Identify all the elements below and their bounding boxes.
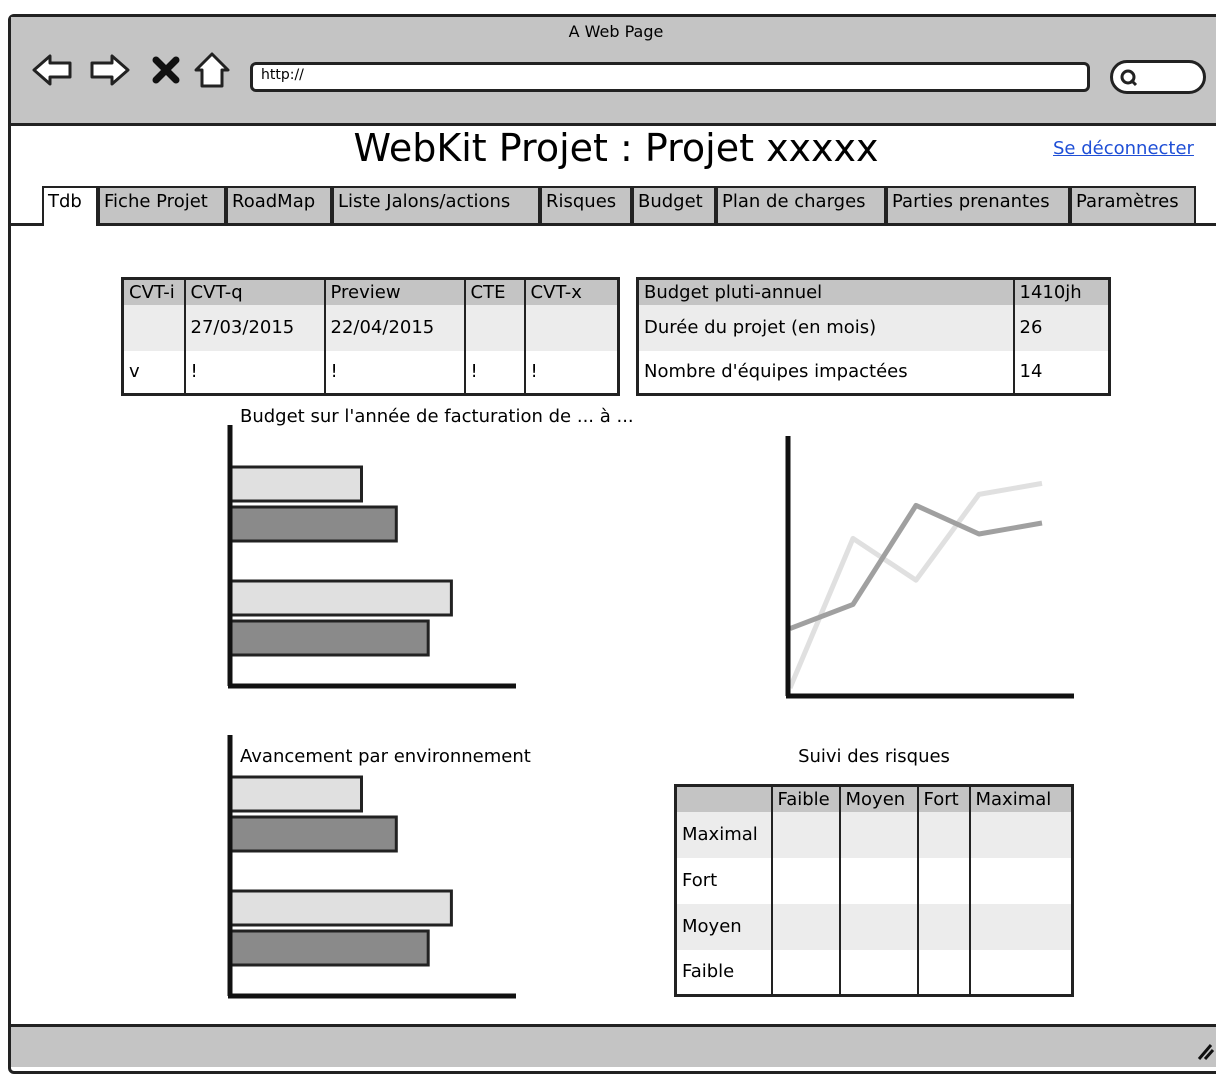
bar xyxy=(229,889,453,927)
budget-bar-chart xyxy=(227,425,516,689)
page-title: WebKit Projet : Projet xxxxx xyxy=(353,126,879,170)
resize-grip-icon[interactable] xyxy=(1191,1037,1215,1061)
tab-fiche-projet[interactable]: Fiche Projet xyxy=(98,186,226,223)
bar xyxy=(229,505,398,543)
bar xyxy=(229,815,398,853)
risk-cell[interactable] xyxy=(968,811,1073,858)
milestone-header: CVT-i xyxy=(122,278,185,305)
milestone-cell: ! xyxy=(463,350,525,395)
bar xyxy=(229,929,430,967)
milestone-cell: ! xyxy=(523,350,619,395)
forward-arrow-icon[interactable] xyxy=(88,52,132,88)
trend-line-chart xyxy=(785,436,1074,699)
risk-cell[interactable] xyxy=(770,811,840,858)
bar xyxy=(229,465,363,503)
bar xyxy=(229,579,453,617)
summary-label: Durée du projet (en mois) xyxy=(637,304,1014,351)
risk-row-header: Faible xyxy=(682,961,735,983)
series-line xyxy=(789,502,1043,631)
milestone-cell: v xyxy=(129,361,140,383)
stop-x-icon[interactable] xyxy=(150,54,182,86)
milestone-header: CVT-q xyxy=(183,278,325,305)
bar xyxy=(229,775,363,813)
risk-column-header: Faible xyxy=(770,785,840,812)
risk-cell[interactable] xyxy=(838,857,918,904)
summary-value: 14 xyxy=(1012,350,1110,395)
risk-row-header: Moyen xyxy=(675,903,772,950)
series-line xyxy=(787,480,1043,689)
tab-budget[interactable]: Budget xyxy=(632,186,716,223)
tab-liste-jalons[interactable]: Liste Jalons/actions xyxy=(332,186,540,223)
risk-cell[interactable] xyxy=(916,949,970,996)
risk-column-header: Moyen xyxy=(838,785,918,812)
tab-roadmap[interactable]: RoadMap xyxy=(226,186,332,223)
milestone-cell xyxy=(122,304,185,351)
milestone-cell xyxy=(523,304,619,351)
back-arrow-icon[interactable] xyxy=(30,52,74,88)
summary-value: 1410jh xyxy=(1012,278,1110,305)
risk-cell[interactable] xyxy=(838,949,918,996)
risk-row-header: Fort xyxy=(682,870,718,891)
risk-matrix-table: Faible Moyen Fort Maximal Maximal Fort M… xyxy=(674,784,1074,997)
risk-column-header: Fort xyxy=(916,785,970,812)
address-bar[interactable]: http:// xyxy=(250,62,1090,92)
risk-cell[interactable] xyxy=(968,903,1073,950)
summary-label: Budget pluti-annuel xyxy=(637,278,1014,305)
milestone-header: CVT-x xyxy=(523,278,619,305)
risk-cell[interactable] xyxy=(770,949,840,996)
tab-plan-de-charges[interactable]: Plan de charges xyxy=(716,186,886,223)
milestone-header: Preview xyxy=(323,278,465,305)
progress-bar-chart xyxy=(227,735,516,999)
home-icon[interactable] xyxy=(192,50,232,90)
logout-link[interactable]: Se déconnecter xyxy=(1053,138,1194,159)
milestone-cell: 22/04/2015 xyxy=(323,304,465,351)
risk-cell[interactable] xyxy=(916,857,970,904)
risk-row-header: Maximal xyxy=(675,811,772,858)
tab-parametres[interactable]: Paramètres xyxy=(1070,186,1196,223)
risk-matrix-title: Suivi des risques xyxy=(798,746,950,767)
tab-parties-prenantes[interactable]: Parties prenantes xyxy=(886,186,1070,223)
milestones-table: CVT-i CVT-q Preview CTE CVT-x 27/03/2015… xyxy=(121,277,620,396)
search-icon xyxy=(1120,69,1138,87)
risk-cell[interactable] xyxy=(968,949,1073,996)
window-title: A Web Page xyxy=(568,22,664,41)
search-field[interactable] xyxy=(1110,60,1206,94)
risk-cell[interactable] xyxy=(916,811,970,858)
milestone-cell: ! xyxy=(323,350,465,395)
tab-risques[interactable]: Risques xyxy=(540,186,632,223)
bar xyxy=(229,619,430,657)
milestone-cell xyxy=(463,304,525,351)
milestone-cell: 27/03/2015 xyxy=(183,304,325,351)
risk-cell[interactable] xyxy=(916,903,970,950)
milestone-cell: ! xyxy=(183,350,325,395)
summary-value: 26 xyxy=(1012,304,1110,351)
risk-cell[interactable] xyxy=(838,903,918,950)
risk-column-header: Maximal xyxy=(968,785,1073,812)
risk-cell[interactable] xyxy=(968,857,1073,904)
summary-table: Budget pluti-annuel 1410jh Durée du proj… xyxy=(636,277,1111,396)
risk-cell[interactable] xyxy=(838,811,918,858)
tab-bar-baseline xyxy=(11,223,1216,226)
tab-tdb[interactable]: Tdb xyxy=(42,186,98,226)
risk-cell[interactable] xyxy=(770,903,840,950)
summary-label: Nombre d'équipes impactées xyxy=(644,361,908,383)
milestone-header: CTE xyxy=(463,278,525,305)
status-bar xyxy=(11,1024,1216,1067)
risk-cell[interactable] xyxy=(770,857,840,904)
risk-matrix-corner xyxy=(675,785,772,812)
